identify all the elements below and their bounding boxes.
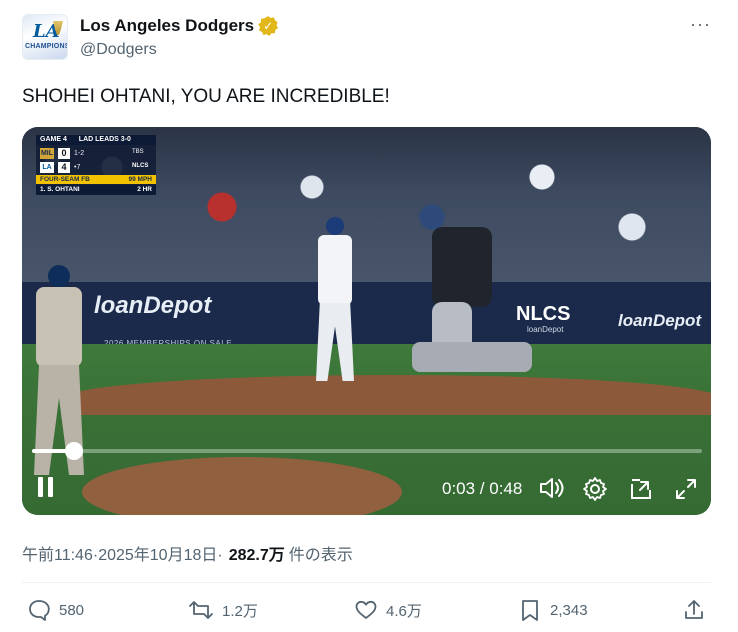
tweet-text: SHOHEI OHTANI, YOU ARE INCREDIBLE! [22,86,390,107]
avatar[interactable]: LA CHAMPIONS [22,14,68,60]
video-timecode: 0:03 / 0:48 [442,479,523,498]
nlcs-sign-sub: loanDepot [527,325,564,334]
pause-button[interactable] [38,477,58,499]
batter-name: 1. S. OHTANI [40,186,80,193]
wall-ad-loandepot-right: loanDepot [618,311,702,330]
away-score: 0 [58,147,70,159]
bookmark-count: 2,343 [550,601,588,619]
away-team: MIL [40,147,54,159]
settings-button[interactable] [582,476,608,502]
score-row-home: LA 4 •7 [40,161,80,173]
score-row-away: MIL 0 1-2 [40,147,84,159]
author-name-row: Los Angeles Dodgers ✓ [80,16,279,36]
pitch-speed: 99 MPH [128,176,152,183]
batter-figure [312,217,358,387]
outs-indicator: •7 [74,163,81,171]
view-count-label: 件の表示 [288,547,353,564]
reply-button[interactable]: 580 [27,598,84,622]
fullscreen-button[interactable] [673,476,699,502]
share-icon [685,600,703,619]
bookmark-button[interactable]: 2,343 [518,598,588,622]
divider [22,582,711,583]
series-label: LAD LEADS 3-0 [78,136,131,143]
repost-icon [189,601,213,619]
catcher-figure [412,302,532,382]
repost-button[interactable]: 1.2万 [188,598,258,622]
avatar-caption: CHAMPIONS [25,43,68,50]
tweet-card: LA CHAMPIONS Los Angeles Dodgers ✓ @Dodg… [0,0,738,632]
pause-icon-bar [48,477,53,497]
repost-count: 1.2万 [222,602,258,620]
volume-button[interactable] [538,476,566,500]
network-logo: TBS [132,149,144,155]
tweet-metadata: 午前11:46 · 2025年10月18日 · 282.7万 件の表示 [22,541,353,565]
batter-info: 1. S. OHTANI 2 HR [36,185,156,195]
fullscreen-icon [676,479,696,499]
pitch-count: 1-2 [74,149,85,157]
home-team: LA [40,161,54,173]
series-name: NLCS [132,163,149,169]
share-button[interactable] [682,598,706,622]
bookmark-icon [522,600,538,621]
score-bug-header: GAME 4 LAD LEADS 3-0 [36,135,156,145]
reply-count: 580 [59,601,85,619]
infield-dirt [62,375,711,415]
picture-in-picture-button[interactable] [628,476,654,502]
heart-icon [355,600,377,619]
pause-icon-bar [38,477,43,497]
pitch-info: FOUR-SEAM FB 99 MPH [36,175,156,184]
score-bug: GAME 4 LAD LEADS 3-0 MIL 0 1-2 LA 4 •7 T… [36,135,156,195]
handle[interactable]: @Dodgers [80,41,157,59]
more-options-icon[interactable]: ··· [690,14,711,35]
verified-badge-icon[interactable]: ✓ [258,16,279,36]
game-label: GAME 4 [40,136,67,143]
video-player[interactable]: loanDepot loanDepot 2026 MEMBERSHIPS ON … [22,127,711,515]
meta-separator: · [217,547,223,564]
video-progress-handle[interactable] [65,442,83,460]
like-count: 4.6万 [386,602,422,620]
pitch-type: FOUR-SEAM FB [40,176,90,183]
reply-icon [29,600,50,621]
batter-stat: 2 HR [137,186,152,193]
home-score: 4 [58,161,70,173]
pip-icon [631,479,651,499]
gear-icon [583,477,607,501]
display-name[interactable]: Los Angeles Dodgers [80,16,254,36]
pitcher-figure [30,265,90,475]
view-count[interactable]: 282.7万 [229,541,285,565]
post-time[interactable]: 午前11:46 [22,541,93,565]
like-button[interactable]: 4.6万 [354,598,422,622]
wall-ad-loandepot: loanDepot [94,292,212,319]
umpire-figure [432,227,492,307]
speaker-icon [540,478,564,498]
video-progress-bar[interactable] [32,442,702,460]
post-date[interactable]: 2025年10月18日 [98,541,217,565]
